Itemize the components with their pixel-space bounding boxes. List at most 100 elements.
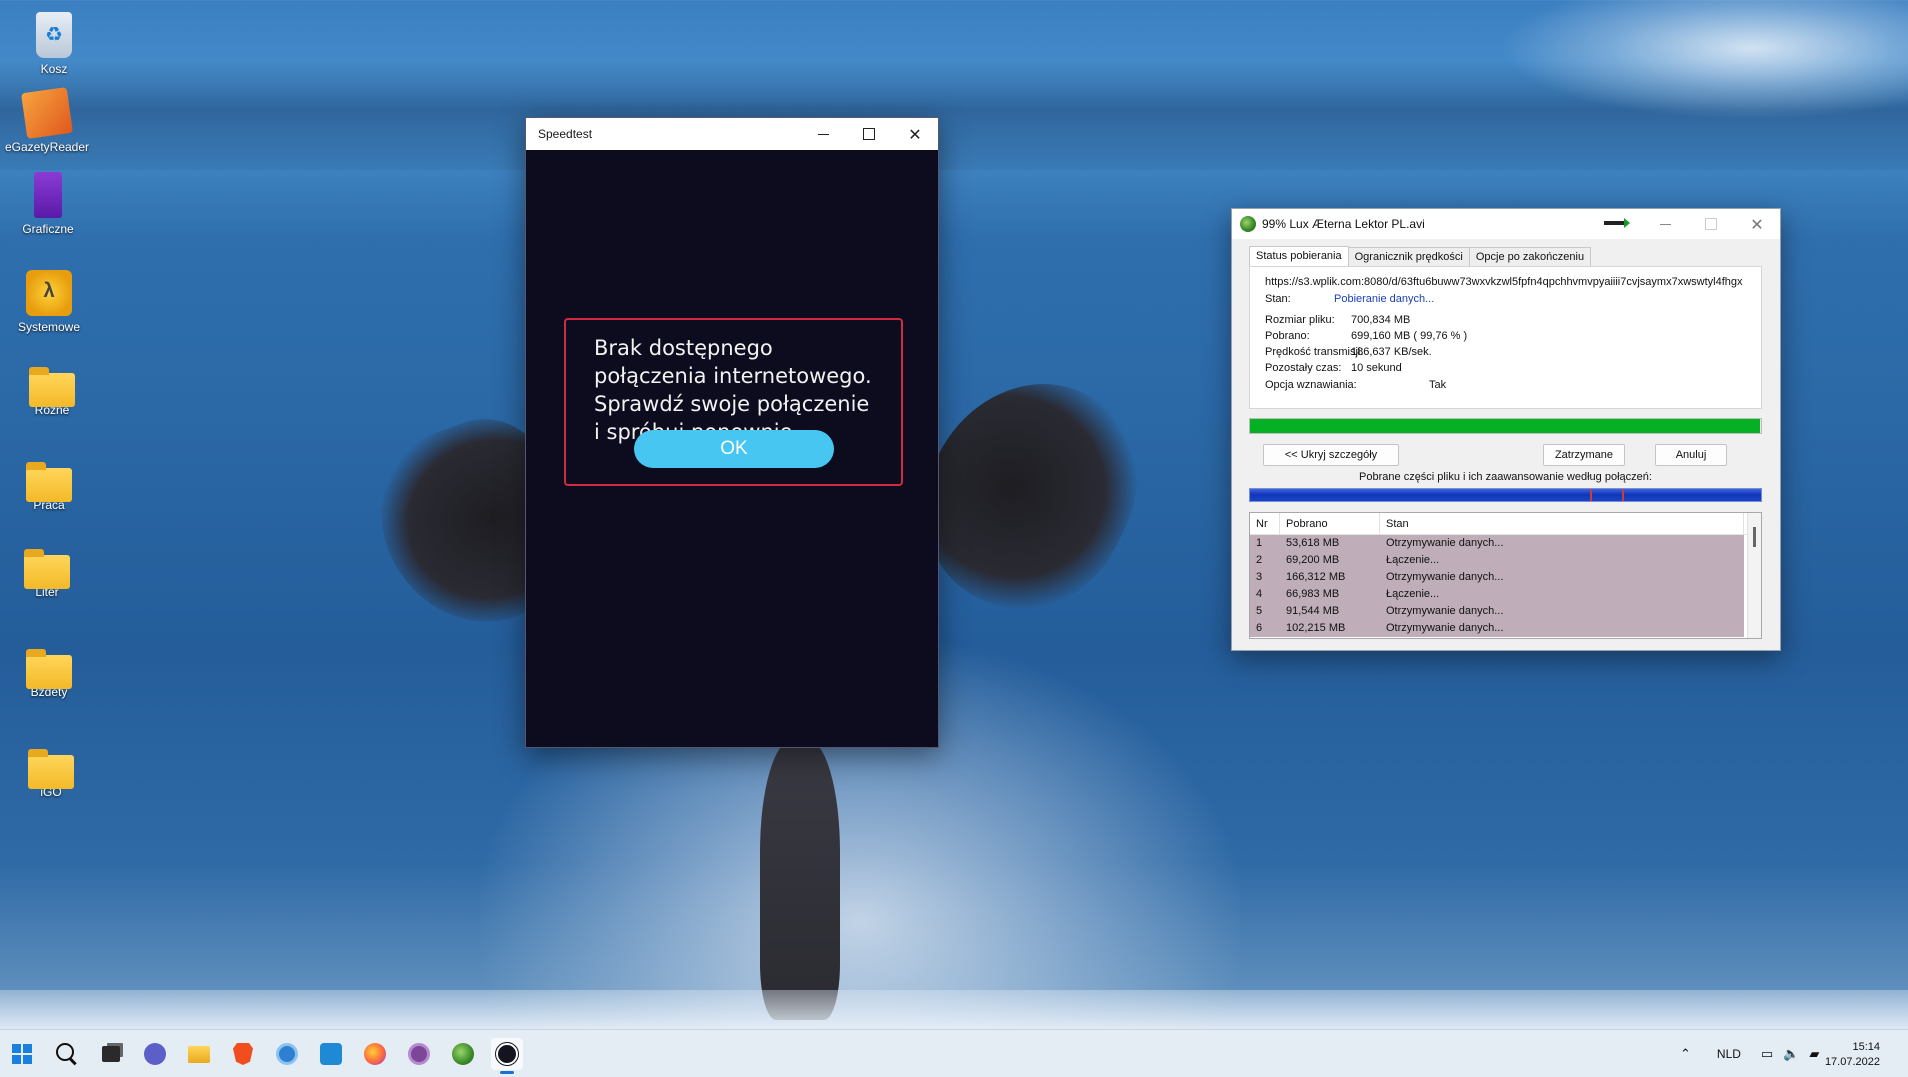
download-tabs: Status pobierania Ogranicznik prędkości … <box>1249 246 1592 268</box>
system-tray: ⌃ NLD ▭ 🔈 ▰ <box>1680 1030 1819 1077</box>
firefox-icon <box>364 1043 386 1065</box>
maximize-button <box>1688 209 1734 239</box>
taskbar-app-firefox[interactable] <box>359 1038 391 1070</box>
segment-marker <box>1622 489 1624 501</box>
taskbar-app-chat[interactable] <box>139 1038 171 1070</box>
clock-date: 17.07.2022 <box>1824 1056 1880 1068</box>
window-title: 99% Lux Æterna Lektor PL.avi <box>1262 217 1425 231</box>
table-row[interactable]: 2 69,200 MB Łączenie... <box>1250 552 1744 569</box>
tab-speed-limiter[interactable]: Ogranicznik prędkości <box>1347 247 1470 268</box>
time-left-value: 10 sekund <box>1351 362 1402 374</box>
desktop-icon-graficzne[interactable]: Graficzne <box>3 172 93 236</box>
row-status: Otrzymywanie danych... <box>1386 622 1504 634</box>
desktop-icon-egazetyreader[interactable]: eGazetyReader <box>2 87 92 154</box>
table-row[interactable]: 5 91,544 MB Otrzymywanie danych... <box>1250 603 1744 620</box>
row-nr: 5 <box>1256 605 1263 617</box>
desktop-icon-praca[interactable]: Praca <box>4 460 94 512</box>
egazety-reader-icon <box>21 87 73 139</box>
folder-icon <box>29 367 75 407</box>
close-button[interactable]: ✕ <box>1734 209 1780 239</box>
folder-icon <box>28 749 74 789</box>
idm-globe-icon <box>1240 216 1256 232</box>
row-status: Otrzymywanie danych... <box>1386 605 1504 617</box>
taskbar-app-explorer[interactable] <box>183 1038 215 1070</box>
vpn-icon <box>276 1043 298 1065</box>
idm-icon <box>452 1043 474 1065</box>
taskbar-app-idm[interactable] <box>447 1038 479 1070</box>
start-icon <box>12 1044 32 1064</box>
row-status: Otrzymywanie danych... <box>1386 537 1504 549</box>
minimize-button[interactable] <box>800 118 846 150</box>
taskbar-app-vpn[interactable] <box>271 1038 303 1070</box>
wallpaper-whale-tail <box>760 740 840 1020</box>
row-nr: 3 <box>1256 571 1263 583</box>
taskbar-app-generic[interactable] <box>315 1038 347 1070</box>
start-button[interactable] <box>6 1038 38 1070</box>
system-folder-icon: λ <box>26 270 72 316</box>
table-row[interactable]: 1 53,618 MB Otrzymywanie danych... <box>1250 535 1744 552</box>
recycle-bin-icon: ♻ <box>36 12 72 58</box>
desktop-icon-rozne[interactable]: Rozne <box>7 365 97 417</box>
column-header-nr[interactable]: Nr <box>1250 513 1280 534</box>
time-left-label: Pozostały czas: <box>1265 362 1342 374</box>
file-size-value: 700,834 MB <box>1351 314 1411 326</box>
row-downloaded: 91,544 MB <box>1286 605 1340 617</box>
desktop-icon-label: Graficzne <box>22 222 74 236</box>
taskbar-app-tor[interactable] <box>403 1038 435 1070</box>
column-header-status[interactable]: Stan <box>1380 513 1744 534</box>
resume-label: Opcja wznawiania: <box>1265 379 1357 391</box>
hide-details-button[interactable]: << Ukryj szczegóły <box>1263 444 1399 466</box>
language-indicator[interactable]: NLD <box>1717 1047 1741 1061</box>
taskbar-app-brave[interactable] <box>227 1038 259 1070</box>
chevron-up-icon[interactable]: ⌃ <box>1680 1047 1691 1062</box>
speedtest-titlebar[interactable]: Speedtest ✕ <box>526 118 938 150</box>
network-icon[interactable]: ▭ <box>1761 1047 1773 1062</box>
download-arrow-icon <box>1604 218 1630 228</box>
row-nr: 6 <box>1256 622 1263 634</box>
row-downloaded: 69,200 MB <box>1286 554 1340 566</box>
tab-on-complete[interactable]: Opcje po zakończeniu <box>1468 247 1592 268</box>
pause-button[interactable]: Zatrzymane <box>1543 444 1625 466</box>
download-titlebar[interactable]: 99% Lux Æterna Lektor PL.avi ✕ <box>1232 209 1780 239</box>
downloaded-value: 699,160 MB ( 99,76 % ) <box>1351 330 1468 342</box>
taskbar-app-speedtest[interactable] <box>491 1038 523 1074</box>
cancel-button[interactable]: Anuluj <box>1655 444 1727 466</box>
close-button[interactable]: ✕ <box>892 118 938 150</box>
table-row[interactable]: 6 102,215 MB Otrzymywanie danych... <box>1250 620 1744 637</box>
scrollbar-thumb[interactable] <box>1753 527 1756 547</box>
desktop-icon-kosz[interactable]: ♻ Kosz <box>9 12 99 76</box>
desktop-icon-label: eGazetyReader <box>4 140 90 154</box>
desktop-icon-systemowe[interactable]: λ Systemowe <box>4 270 94 334</box>
file-explorer-icon <box>188 1045 210 1063</box>
battery-icon[interactable]: ▰ <box>1809 1047 1819 1062</box>
connections-table: Nr Pobrano Stan 1 53,618 MB Otrzymywanie… <box>1249 512 1762 639</box>
tor-icon <box>408 1043 430 1065</box>
clock[interactable]: 15:14 17.07.2022 <box>1825 1040 1880 1070</box>
transfer-rate-value: 186,637 KB/sek. <box>1351 346 1432 358</box>
column-header-downloaded[interactable]: Pobrano <box>1280 513 1380 534</box>
tab-download-status[interactable]: Status pobierania <box>1249 246 1349 267</box>
volume-icon[interactable]: 🔈 <box>1783 1047 1799 1062</box>
desktop-icon-liter[interactable]: Liter <box>2 547 92 599</box>
parts-label: Pobrane części pliku i ich zaawansowanie… <box>1359 471 1652 483</box>
desktop-icon-label: Kosz <box>40 62 68 76</box>
minimize-button[interactable] <box>1642 209 1688 239</box>
table-row[interactable]: 3 166,312 MB Otrzymywanie danych... <box>1250 569 1744 586</box>
maximize-button[interactable] <box>846 118 892 150</box>
desktop-icon-igo[interactable]: iGO <box>6 747 96 799</box>
desktop-icon-bzdety[interactable]: Bzdety <box>4 647 94 699</box>
connection-segments-bar <box>1249 488 1762 502</box>
wallpaper-snow <box>1500 0 1908 120</box>
folder-icon <box>26 649 72 689</box>
download-progress-bar <box>1249 418 1762 434</box>
table-row[interactable]: 4 66,983 MB Łączenie... <box>1250 586 1744 603</box>
window-title: Speedtest <box>538 127 593 141</box>
table-scrollbar[interactable] <box>1747 513 1761 638</box>
speedtest-icon <box>496 1043 518 1065</box>
ok-button[interactable]: OK <box>634 430 834 468</box>
taskbar: ⌃ NLD ▭ 🔈 ▰ 15:14 17.07.2022 <box>0 1029 1908 1077</box>
speedtest-window: Speedtest ✕ Brak dostępnego połączenia i… <box>525 117 939 748</box>
download-url: https://s3.wplik.com:8080/d/63ftu6buww73… <box>1265 276 1743 288</box>
task-view-button[interactable] <box>95 1038 127 1070</box>
search-button[interactable] <box>51 1038 83 1070</box>
